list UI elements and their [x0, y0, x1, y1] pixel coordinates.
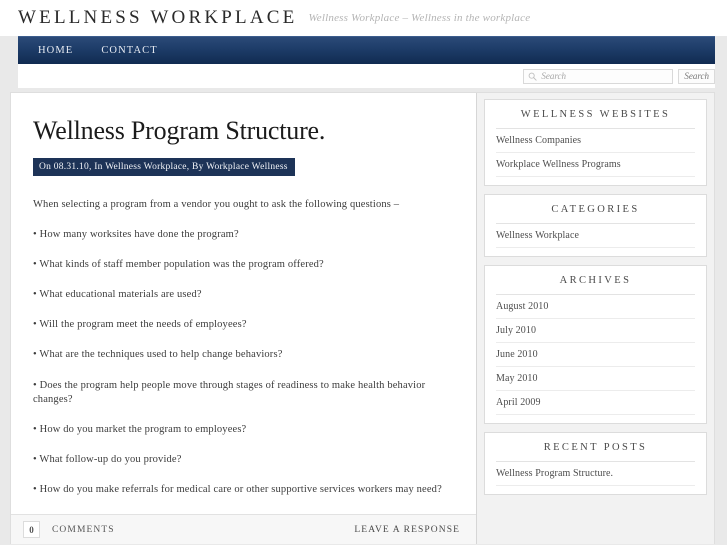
- search-strip: Search: [18, 64, 715, 88]
- post-question: • How do you make referrals for medical …: [33, 484, 442, 496]
- post-title[interactable]: Wellness Program Structure.: [33, 116, 454, 146]
- main-navigation: Home Contact: [18, 36, 715, 64]
- list-item: Workplace Wellness Programs: [496, 153, 695, 177]
- nav-item-contact[interactable]: Contact: [87, 37, 171, 65]
- list-item: June 2010: [496, 343, 695, 367]
- list-item: August 2010: [496, 295, 695, 319]
- sidebar-link-archive-june-2010[interactable]: June 2010: [496, 343, 695, 366]
- widget-archives: Archives August 2010 July 2010 June 2010…: [484, 265, 707, 424]
- list-item: July 2010: [496, 319, 695, 343]
- post-question: • How many worksites have done the progr…: [33, 228, 239, 240]
- sidebar-link-workplace-wellness-programs[interactable]: Workplace Wellness Programs: [496, 153, 695, 176]
- post-question: • Does the program help people move thro…: [33, 379, 426, 405]
- masthead: WELLNESS WORKPLACE Wellness Workplace – …: [0, 0, 727, 36]
- sidebar-link-archive-august-2010[interactable]: August 2010: [496, 295, 695, 318]
- widget-categories: Categories Wellness Workplace: [484, 194, 707, 257]
- site-title[interactable]: WELLNESS WORKPLACE: [18, 7, 297, 29]
- widget-title: Categories: [496, 195, 695, 224]
- sidebar-link-wellness-companies[interactable]: Wellness Companies: [496, 129, 695, 152]
- sidebar-link-category-wellness-workplace[interactable]: Wellness Workplace: [496, 224, 695, 247]
- search-box[interactable]: [523, 68, 674, 84]
- nav-item-home[interactable]: Home: [24, 37, 87, 65]
- comments-bar: 0 Comments Leave A Response: [11, 514, 476, 544]
- list-item: Wellness Workplace: [496, 224, 695, 248]
- comments-label: Comments: [52, 524, 115, 535]
- sidebar-link-recent-post-wellness-program-structure[interactable]: Wellness Program Structure.: [496, 462, 695, 485]
- list-item: May 2010: [496, 367, 695, 391]
- leave-a-response-link[interactable]: Leave A Response: [354, 525, 460, 535]
- site-tagline: Wellness Workplace – Wellness in the wor…: [308, 12, 531, 24]
- post-meta-bar: On 08.31.10, In Wellness Workplace, By W…: [33, 157, 295, 176]
- sidebar-link-archive-april-2009[interactable]: April 2009: [496, 391, 695, 414]
- widget-list: August 2010 July 2010 June 2010 May 2010…: [496, 295, 695, 415]
- sidebar-link-archive-july-2010[interactable]: July 2010: [496, 319, 695, 342]
- post-body: When selecting a program from a vendor y…: [33, 198, 454, 514]
- search-icon: [528, 72, 537, 81]
- sidebar-link-archive-may-2010[interactable]: May 2010: [496, 367, 695, 390]
- widget-recent-posts: Recent Posts Wellness Program Structure.: [484, 432, 707, 495]
- widget-title: Wellness Websites: [496, 100, 695, 129]
- search-input[interactable]: [541, 71, 669, 81]
- widget-list: Wellness Companies Workplace Wellness Pr…: [496, 129, 695, 177]
- post-question: • What follow-up do you provide?: [33, 454, 182, 466]
- list-item: Wellness Companies: [496, 129, 695, 153]
- widget-list: Wellness Program Structure.: [496, 462, 695, 486]
- post-question: • What kinds of staff member population …: [33, 258, 324, 270]
- post-question: • How do you market the program to emplo…: [33, 423, 247, 435]
- main-content-column: Wellness Program Structure. On 08.31.10,…: [11, 93, 477, 544]
- widget-title: Recent Posts: [496, 433, 695, 462]
- post-intro: When selecting a program from a vendor y…: [33, 198, 400, 210]
- post-article: Wellness Program Structure. On 08.31.10,…: [11, 93, 476, 514]
- list-item: Wellness Program Structure.: [496, 462, 695, 486]
- post-question: • What are the techniques used to help c…: [33, 349, 283, 361]
- widget-title: Archives: [496, 266, 695, 295]
- search-form: Search: [523, 68, 715, 84]
- widget-wellness-websites: Wellness Websites Wellness Companies Wor…: [484, 99, 707, 186]
- post-question: • Will the program meet the needs of emp…: [33, 319, 247, 331]
- search-submit-button[interactable]: Search: [678, 68, 715, 84]
- widget-list: Wellness Workplace: [496, 224, 695, 248]
- list-item: April 2009: [496, 391, 695, 415]
- post-question: • What educational materials are used?: [33, 289, 202, 301]
- comment-count-badge: 0: [23, 521, 40, 538]
- sidebar: Wellness Websites Wellness Companies Wor…: [477, 93, 714, 544]
- page-container: Wellness Program Structure. On 08.31.10,…: [10, 92, 715, 544]
